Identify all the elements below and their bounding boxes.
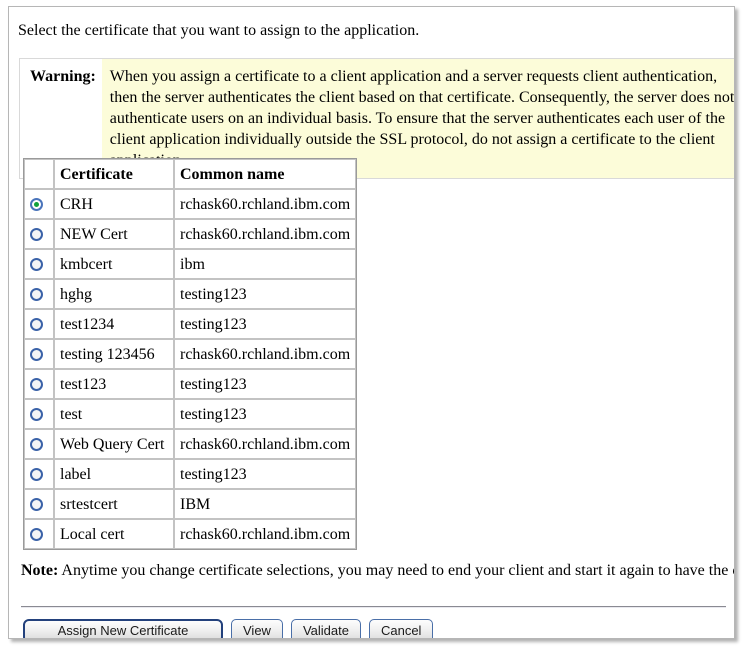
page-content: Select the certificate that you want to … <box>9 7 734 638</box>
table-row[interactable]: CRH rchask60.rchland.ibm.com <box>24 189 357 219</box>
certificate-table: Certificate Common name CRH rchask60.rchl… <box>23 158 358 550</box>
warning-label: Warning: <box>20 59 102 94</box>
common-name-cell: IBM <box>174 489 357 519</box>
certificate-select-cell[interactable] <box>24 519 54 549</box>
table-row[interactable]: kmbcert ibm <box>24 249 357 279</box>
note-line: Note: Anytime you change certificate sel… <box>21 561 734 581</box>
table-row[interactable]: NEW Cert rchask60.rchland.ibm.com <box>24 219 357 249</box>
table-row[interactable]: hghg testing123 <box>24 279 357 309</box>
common-name-cell: testing123 <box>174 459 357 489</box>
certificate-radio-button[interactable] <box>30 438 43 452</box>
certificate-name-cell: CRH <box>54 189 174 219</box>
common-name-cell: rchask60.rchland.ibm.com <box>174 189 357 219</box>
certificate-table-body: CRH rchask60.rchland.ibm.com NEW Cert rchas… <box>24 189 357 549</box>
table-row[interactable]: testing 123456 rchask60.rchland.ibm.com <box>24 339 357 369</box>
certificate-name-cell: test <box>54 399 174 429</box>
certificate-name-cell: kmbcert <box>54 249 174 279</box>
certificate-select-cell[interactable] <box>24 429 54 459</box>
certificate-select-cell[interactable] <box>24 489 54 519</box>
certificate-radio-button[interactable] <box>30 378 43 392</box>
common-name-cell: ibm <box>174 249 357 279</box>
certificate-select-cell[interactable] <box>24 459 54 489</box>
certificate-select-cell[interactable] <box>24 219 54 249</box>
column-header-common-name: Common name <box>174 159 357 189</box>
certificate-radio-button[interactable] <box>30 258 43 272</box>
note-text: Anytime you change certificate selection… <box>61 562 734 579</box>
cancel-button[interactable]: Cancel <box>368 619 434 638</box>
table-row[interactable]: test123 testing123 <box>24 369 357 399</box>
certificate-radio-button[interactable] <box>30 228 43 242</box>
certificate-radio-button[interactable] <box>30 498 43 512</box>
table-row[interactable]: Web Query Cert rchask60.rchland.ibm.com <box>24 429 357 459</box>
certificate-radio-button[interactable] <box>30 348 43 362</box>
certificate-select-cell[interactable] <box>24 399 54 429</box>
certificate-select-cell[interactable] <box>24 249 54 279</box>
common-name-cell: rchask60.rchland.ibm.com <box>174 339 357 369</box>
validate-button[interactable]: Validate <box>290 619 361 638</box>
common-name-cell: testing123 <box>174 279 357 309</box>
column-header-select <box>24 159 54 189</box>
table-row[interactable]: label testing123 <box>24 459 357 489</box>
common-name-cell: rchask60.rchland.ibm.com <box>174 219 357 249</box>
certificate-radio-button[interactable] <box>30 528 43 542</box>
certificate-name-cell: Local cert <box>54 519 174 549</box>
certificate-name-cell: hghg <box>54 279 174 309</box>
application-window: Select the certificate that you want to … <box>8 6 735 639</box>
note-label: Note: <box>21 562 59 579</box>
certificate-select-cell[interactable] <box>24 339 54 369</box>
certificate-select-cell[interactable] <box>24 279 54 309</box>
table-row[interactable]: test testing123 <box>24 399 357 429</box>
common-name-cell: rchask60.rchland.ibm.com <box>174 429 357 459</box>
button-bar-separator <box>21 606 726 608</box>
certificate-radio-button[interactable] <box>30 318 43 332</box>
certificate-name-cell: label <box>54 459 174 489</box>
table-row[interactable]: Local cert rchask60.rchland.ibm.com <box>24 519 357 549</box>
certificate-name-cell: test1234 <box>54 309 174 339</box>
common-name-cell: testing123 <box>174 309 357 339</box>
common-name-cell: testing123 <box>174 399 357 429</box>
certificate-radio-button[interactable] <box>30 408 43 422</box>
view-button[interactable]: View <box>231 619 283 638</box>
assign-new-certificate-button[interactable]: Assign New Certificate <box>23 619 223 638</box>
certificate-select-cell[interactable] <box>24 369 54 399</box>
column-header-certificate: Certificate <box>54 159 174 189</box>
certificate-radio-button[interactable] <box>30 288 43 302</box>
table-header-row: Certificate Common name <box>24 159 357 189</box>
common-name-cell: rchask60.rchland.ibm.com <box>174 519 357 549</box>
certificate-name-cell: Web Query Cert <box>54 429 174 459</box>
button-bar: Assign New Certificate View Validate Can… <box>23 619 434 638</box>
certificate-select-cell[interactable] <box>24 309 54 339</box>
table-row[interactable]: test1234 testing123 <box>24 309 357 339</box>
certificate-radio-button[interactable] <box>30 198 43 212</box>
certificate-name-cell: test123 <box>54 369 174 399</box>
certificate-name-cell: testing 123456 <box>54 339 174 369</box>
certificate-name-cell: NEW Cert <box>54 219 174 249</box>
common-name-cell: testing123 <box>174 369 357 399</box>
certificate-select-cell[interactable] <box>24 189 54 219</box>
certificate-table-container: Certificate Common name CRH rchask60.rchl… <box>23 158 358 550</box>
certificate-name-cell: srtestcert <box>54 489 174 519</box>
page-instruction: Select the certificate that you want to … <box>18 22 420 39</box>
table-row[interactable]: srtestcert IBM <box>24 489 357 519</box>
certificate-radio-button[interactable] <box>30 468 43 482</box>
